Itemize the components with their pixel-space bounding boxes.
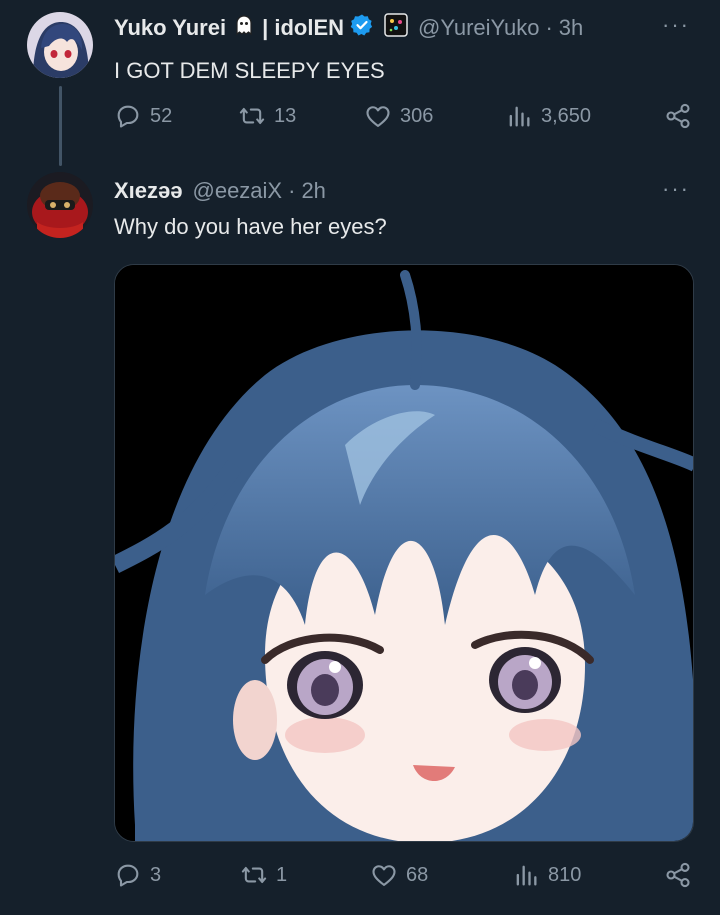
like-count: 68 (406, 863, 429, 886)
more-options-icon[interactable]: ··· (662, 12, 690, 38)
more-options-icon[interactable]: ··· (662, 176, 690, 202)
anime-character-illustration (115, 265, 693, 841)
timestamp[interactable]: 3h (559, 15, 583, 41)
author-handle[interactable]: @eezaiX (193, 178, 283, 204)
reply-count: 3 (150, 863, 162, 886)
views-chart-icon (516, 865, 537, 886)
timestamp[interactable]: 2h (301, 178, 325, 204)
avatar[interactable] (27, 172, 93, 238)
tweet-text: I GOT DEM SLEEPY EYES (114, 58, 385, 83)
heart-icon (372, 865, 396, 886)
share-button[interactable] (664, 861, 700, 889)
author-name[interactable]: Xıezəə (114, 178, 183, 204)
reply-count: 52 (150, 104, 173, 127)
views-button[interactable]: 810 (512, 861, 581, 889)
heart-icon (366, 106, 390, 127)
tweet2-action-bar: 3 1 68 810 (0, 861, 720, 901)
avatar[interactable] (27, 12, 93, 78)
like-button[interactable]: 68 (370, 861, 428, 889)
retweet-button[interactable]: 1 (240, 861, 287, 889)
share-icon (666, 862, 690, 888)
separator-dot: · (545, 15, 553, 40)
author-name-suffix[interactable]: | idolEN (262, 15, 344, 41)
share-icon (666, 103, 690, 129)
views-button[interactable]: 3,650 (505, 102, 591, 130)
author-name[interactable]: Yuko Yurei (114, 15, 226, 41)
tweet-media-image[interactable] (114, 264, 694, 842)
retweet-count: 13 (274, 104, 297, 127)
verified-badge-icon[interactable] (350, 13, 374, 43)
tweet-text: Why do you have her eyes? (114, 214, 387, 239)
retweet-icon (239, 107, 265, 125)
affiliate-badge-icon[interactable] (384, 13, 408, 43)
like-count: 306 (400, 104, 434, 127)
reply-button[interactable]: 3 (114, 861, 161, 889)
reply-button[interactable]: 52 (114, 102, 172, 130)
separator-dot: · (288, 178, 296, 203)
tweet-yuko: Yuko Yurei | idolEN @YureiYuko · 3h ··· … (0, 0, 720, 166)
like-button[interactable]: 306 (364, 102, 433, 130)
retweet-icon (241, 866, 267, 884)
author-handle[interactable]: @YureiYuko (418, 15, 539, 41)
view-count: 3,650 (541, 104, 592, 127)
share-button[interactable] (664, 102, 700, 130)
retweet-count: 1 (276, 863, 288, 886)
retweet-button[interactable]: 13 (238, 102, 296, 130)
reply-icon (117, 864, 139, 887)
avatar-yuko-image (27, 12, 93, 78)
reply-icon (117, 105, 139, 128)
views-chart-icon (509, 106, 530, 127)
avatar-eezaix-image (27, 172, 93, 238)
ghost-emoji-icon (232, 13, 256, 43)
view-count: 810 (548, 863, 582, 886)
